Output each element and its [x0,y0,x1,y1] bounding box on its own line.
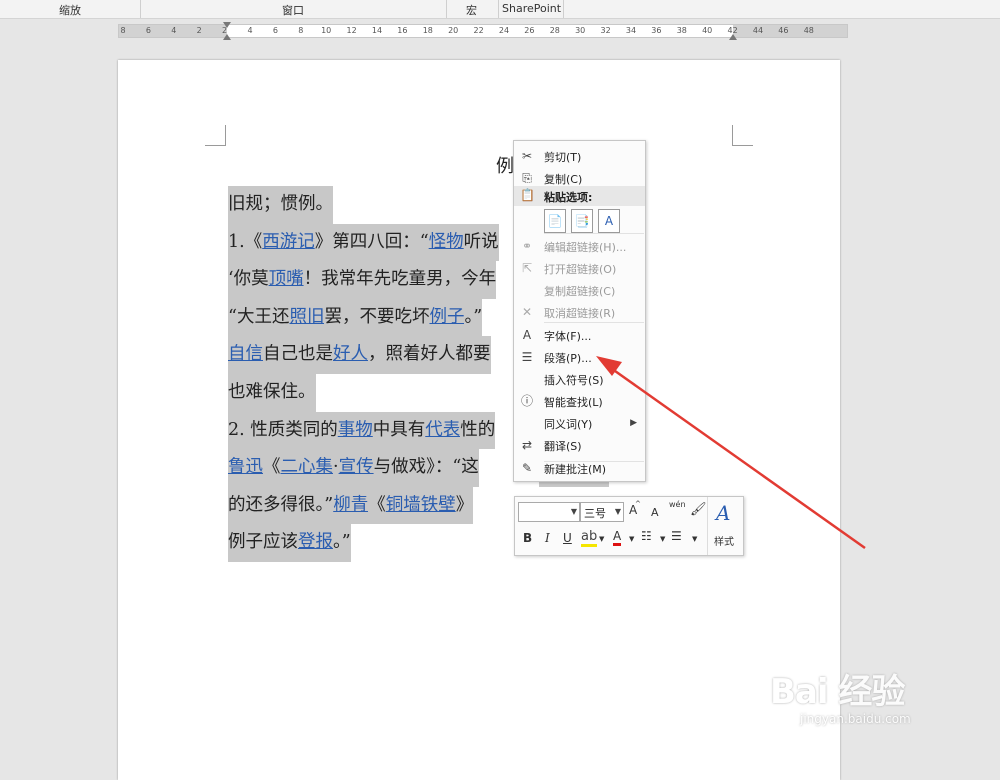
arrow-shaft [607,364,866,550]
annotation-arrow [596,356,866,550]
watermark-url: jingyan.baidu.com [800,712,911,726]
watermark-brand: Bai 经验 [770,672,905,712]
watermark: Bai 经验 jingyan.baidu.com [760,650,960,730]
